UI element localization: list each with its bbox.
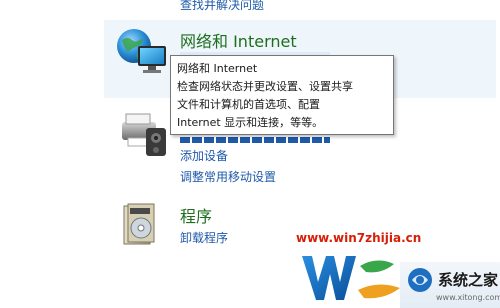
site-url: www.xitong.com bbox=[436, 293, 500, 302]
network-internet-title[interactable]: 网络和 Internet bbox=[180, 28, 297, 52]
tooltip-line-3: 文件和计算机的首选项、配置 bbox=[177, 98, 320, 111]
add-device-link[interactable]: 添加设备 bbox=[180, 147, 228, 164]
site-name: 系统之家 bbox=[438, 271, 499, 289]
programs-title[interactable]: 程序 bbox=[180, 203, 212, 227]
troubleshoot-link[interactable]: 查找并解决问题 bbox=[180, 0, 264, 13]
win7-logo-watermark bbox=[296, 250, 406, 308]
tooltip-line-2: 检查网络状态并更改设置、设置共享 bbox=[177, 80, 353, 93]
watermark-url: www.win7zhijia.cn bbox=[296, 231, 422, 245]
adjust-mobility-settings-link[interactable]: 调整常用移动设置 bbox=[180, 168, 276, 185]
network-tooltip: 网络和 Internet 检查网络状态并更改设置、设置共享 文件和计算机的首选项… bbox=[170, 55, 394, 135]
tooltip-line-4: Internet 显示和连接，等等。 bbox=[177, 116, 324, 129]
hardware-title-obscured bbox=[180, 137, 330, 143]
network-internet-icon[interactable] bbox=[114, 26, 170, 78]
uninstall-program-link[interactable]: 卸载程序 bbox=[180, 229, 228, 246]
programs-icon[interactable] bbox=[118, 200, 168, 248]
hardware-sound-icon[interactable] bbox=[116, 108, 172, 158]
tooltip-title: 网络和 Internet bbox=[177, 62, 258, 75]
site-logo-icon bbox=[406, 266, 434, 294]
control-panel-window: 查找并解决问题 网络和 Internet 网络和 Internet 检查网络状态… bbox=[0, 0, 500, 308]
